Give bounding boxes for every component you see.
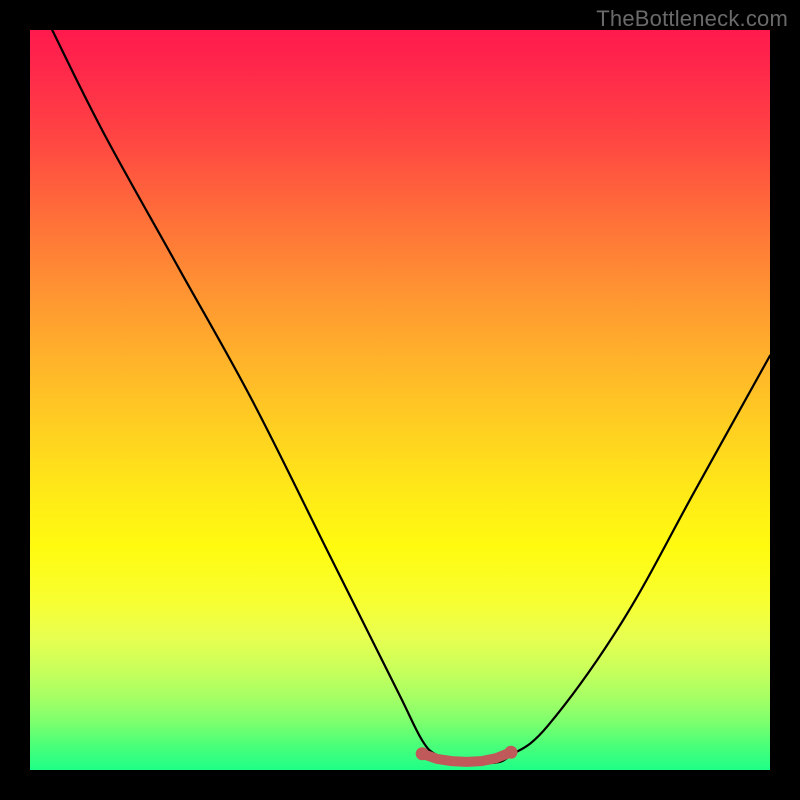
- flat-region-line: [422, 752, 511, 762]
- chart-frame: TheBottleneck.com: [0, 0, 800, 800]
- watermark-label: TheBottleneck.com: [596, 6, 788, 32]
- plot-area: [30, 30, 770, 770]
- chart-svg: [30, 30, 770, 770]
- flat-region-end-dot: [505, 746, 518, 759]
- bottleneck-flat-region: [416, 746, 518, 762]
- flat-region-start-dot: [416, 747, 429, 760]
- bottleneck-curve: [52, 30, 770, 763]
